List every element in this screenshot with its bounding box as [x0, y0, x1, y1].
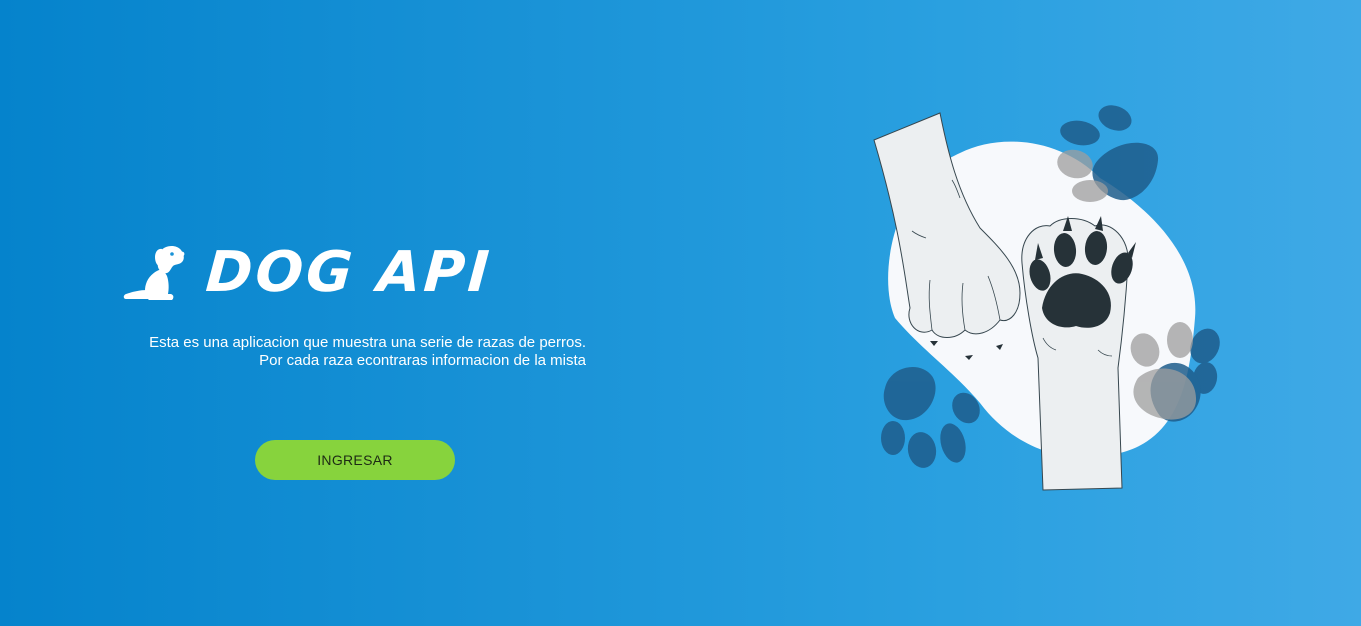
- description-line-1: Esta es una aplicacion que muestra una s…: [149, 334, 586, 351]
- app-title: DOG API: [203, 240, 495, 305]
- dog-paws-illustration: [873, 105, 1220, 491]
- app-description: Esta es una aplicacion que muestra una s…: [110, 334, 586, 370]
- enter-button[interactable]: INGRESAR: [255, 440, 455, 480]
- landing-hero: DOG API Esta es una aplicacion que muest…: [0, 0, 1361, 626]
- sitting-dog-icon: [123, 246, 185, 300]
- brand: DOG API: [122, 238, 495, 308]
- description-line-2: Por cada raza econtraras informacion de …: [259, 352, 586, 369]
